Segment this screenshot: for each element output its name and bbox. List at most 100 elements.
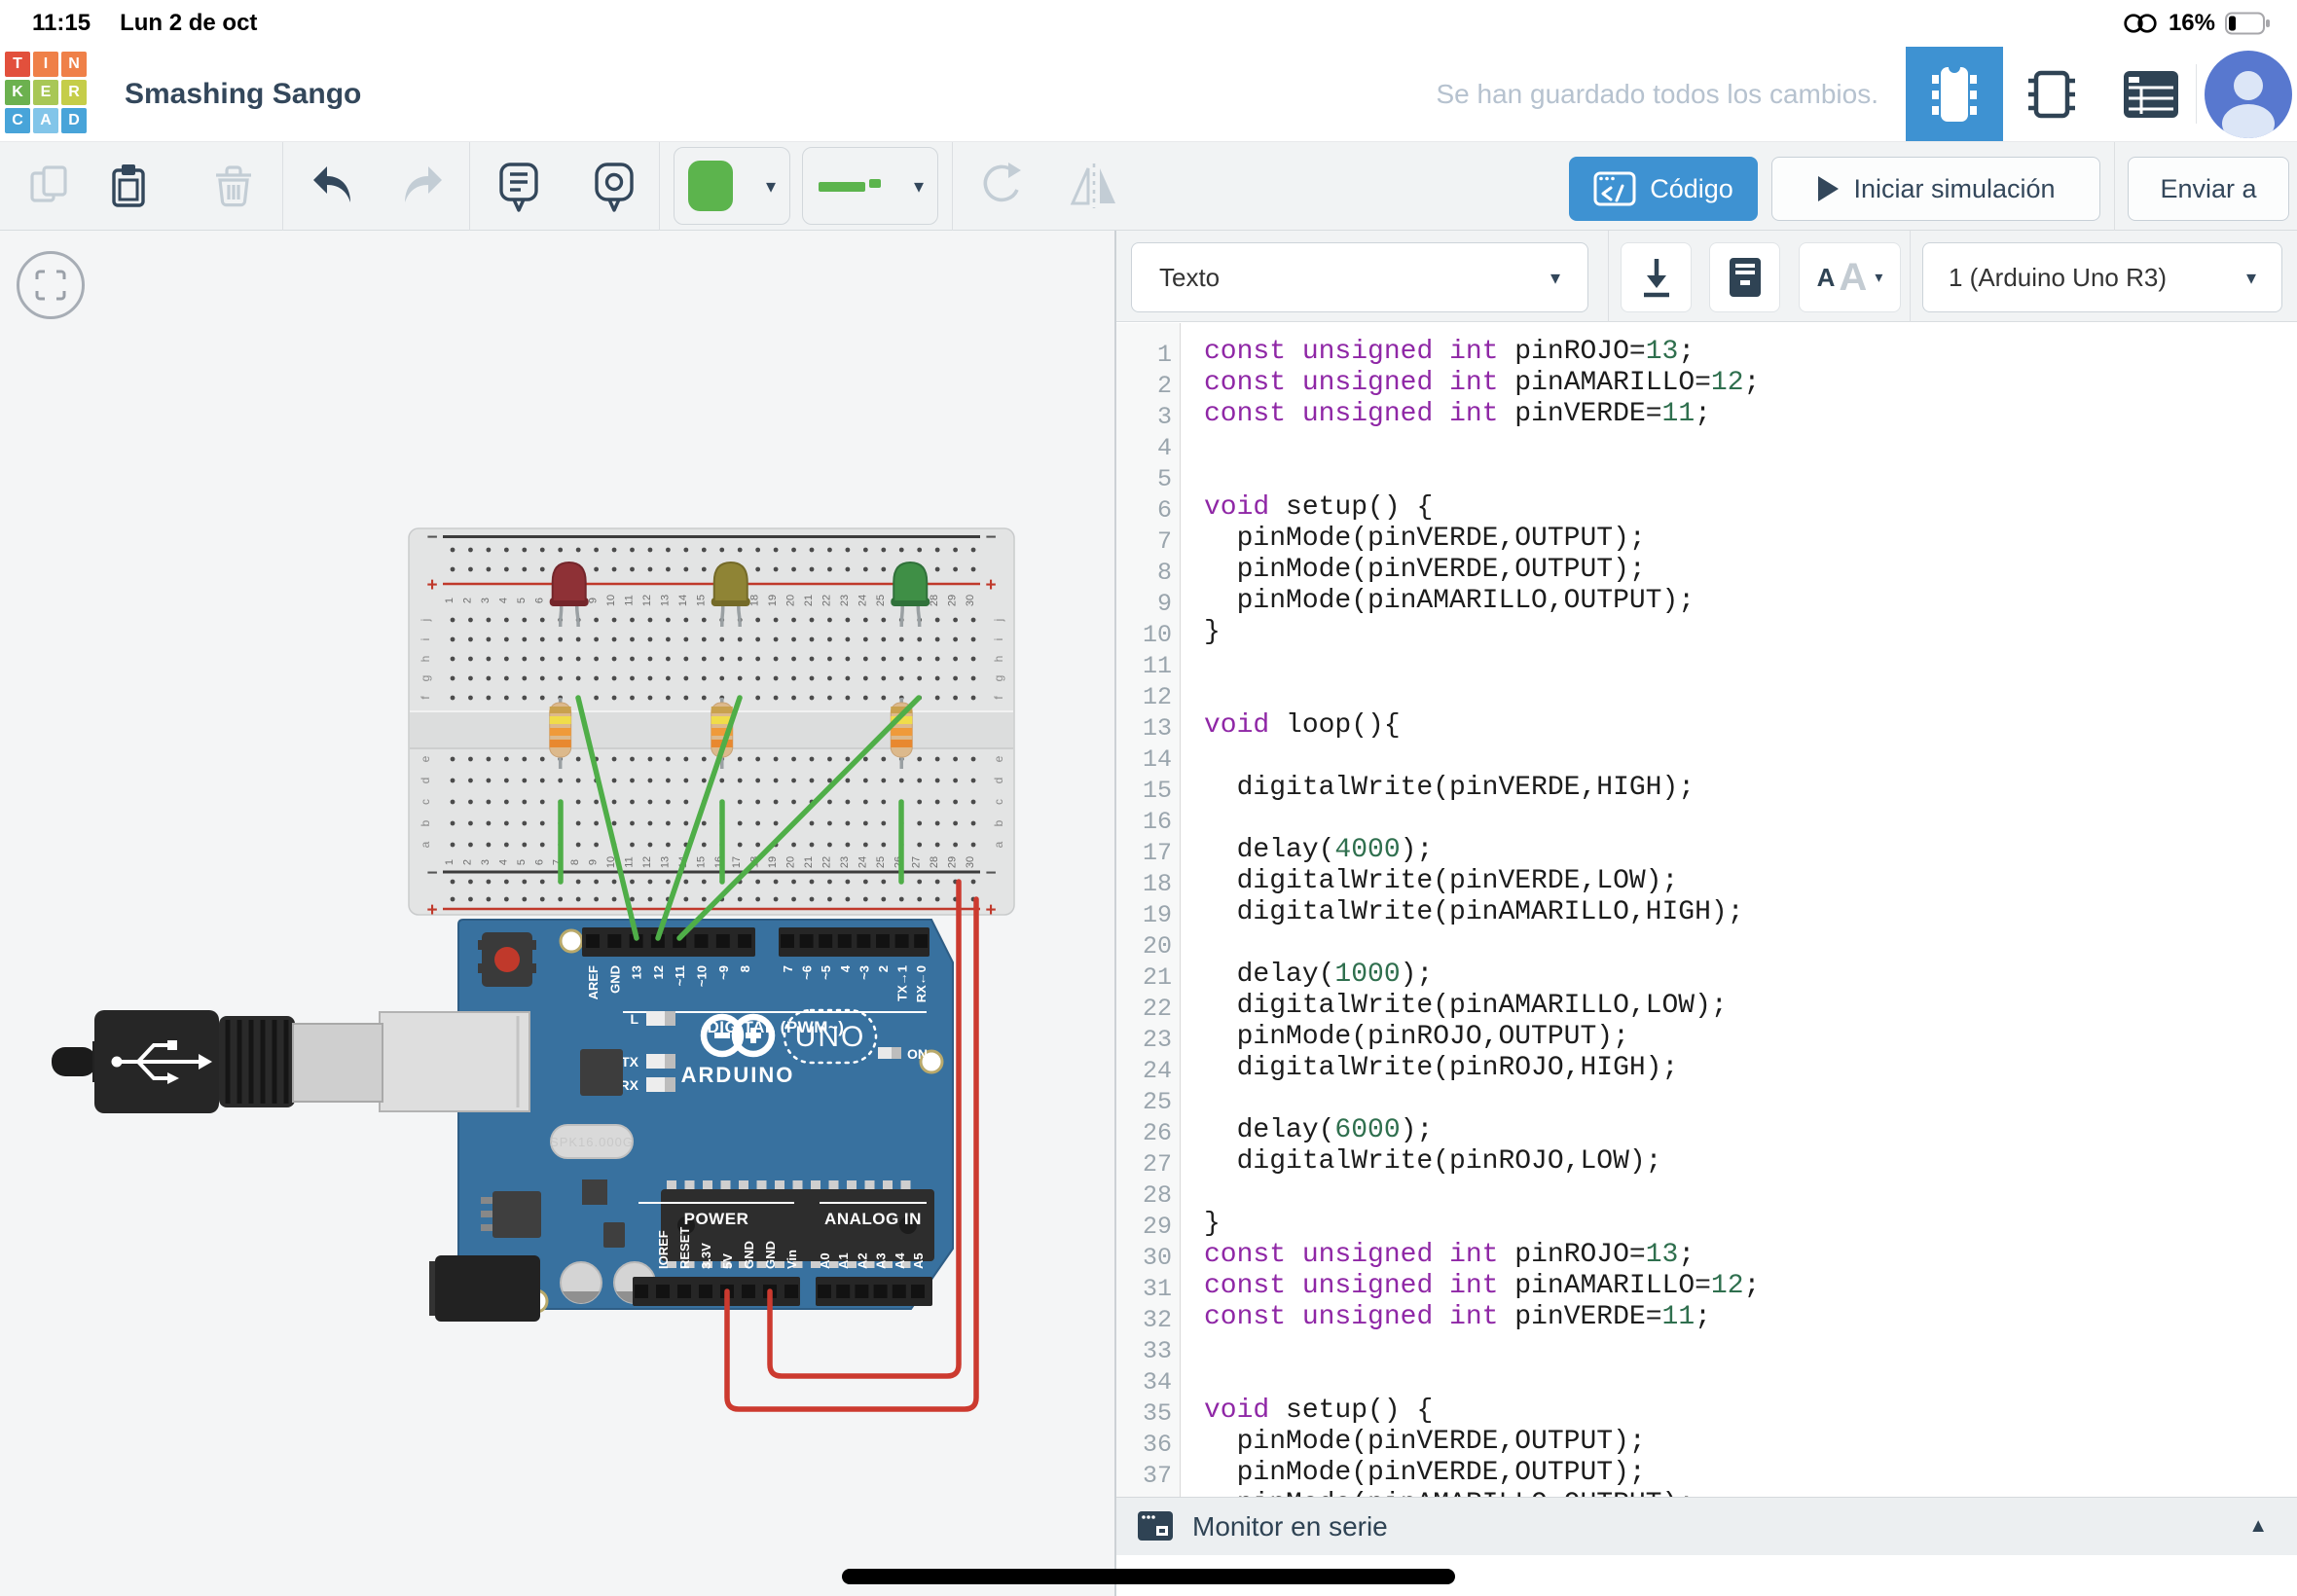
svg-text:2: 2 [461, 859, 473, 865]
rotate-icon[interactable] [971, 159, 1026, 213]
circuit-canvas[interactable]: 1122334455667788991010111112121313141415… [0, 231, 1114, 1596]
code-view-dropdown[interactable]: Texto ▾ [1131, 242, 1588, 312]
svg-text:A5: A5 [911, 1252, 926, 1269]
send-to-button[interactable]: Enviar a [2128, 157, 2289, 221]
paste-icon[interactable] [101, 159, 156, 213]
svg-text:8: 8 [569, 859, 581, 865]
code-editor[interactable]: 1const unsigned int pinROJO=13;2const un… [1116, 323, 2297, 1497]
svg-text:~10: ~10 [695, 965, 710, 987]
svg-text:Vin: Vin [784, 1250, 799, 1269]
archive-icon [1728, 256, 1763, 299]
color-dropdown[interactable]: ▾ [674, 147, 790, 225]
svg-text:RESET: RESET [677, 1227, 692, 1269]
svg-text:22: 22 [820, 856, 832, 868]
svg-text:a: a [419, 841, 432, 848]
code-button[interactable]: Código [1569, 157, 1758, 221]
svg-text:23: 23 [839, 595, 851, 606]
arduino-brand-label: ARDUINO [681, 1063, 795, 1087]
usb-cable[interactable] [52, 1010, 383, 1113]
svg-text:TX→1: TX→1 [895, 965, 910, 1001]
inspect-label-icon[interactable] [587, 159, 641, 213]
annotation-icon[interactable] [492, 159, 546, 213]
start-simulation-label: Iniciar simulación [1853, 174, 2055, 204]
svg-text:a: a [992, 841, 1005, 848]
svg-text:~5: ~5 [819, 965, 833, 980]
undo-icon[interactable] [306, 159, 360, 213]
usb-socket [380, 1012, 529, 1111]
start-simulation-button[interactable]: Iniciar simulación [1771, 157, 2100, 221]
play-icon [1816, 175, 1840, 202]
components-icon[interactable] [2024, 67, 2079, 122]
svg-text:24: 24 [857, 856, 868, 868]
svg-text:j: j [419, 619, 432, 623]
tinkercad-logo[interactable]: TINKERCAD [5, 52, 87, 133]
circuit-view-button[interactable] [1906, 47, 2003, 141]
svg-text:i: i [992, 638, 1005, 641]
svg-text:i: i [419, 638, 432, 641]
svg-text:17: 17 [731, 856, 743, 868]
flip-icon[interactable] [1067, 159, 1121, 213]
svg-text:18: 18 [749, 595, 761, 606]
home-indicator[interactable] [842, 1569, 1455, 1584]
selected-color-swatch [688, 161, 733, 211]
expand-monitor-icon[interactable]: ▲ [2248, 1515, 2268, 1538]
code-window-icon [1593, 169, 1636, 208]
design-title[interactable]: Smashing Sango [125, 47, 361, 141]
arduino-uno[interactable]: AREFGND1312~11~10~987~6~54~32TX→1RX←0 DI… [380, 920, 953, 1322]
link-icon [2122, 10, 2159, 37]
wire-style-dropdown[interactable]: ▾ [802, 147, 938, 225]
circuit-drawing: 1122334455667788991010111112121313141415… [0, 231, 1114, 1596]
svg-text:+: + [426, 575, 437, 596]
svg-text:~6: ~6 [800, 965, 815, 980]
redo-icon[interactable] [395, 159, 450, 213]
svg-text:c: c [992, 799, 1005, 805]
svg-text:20: 20 [785, 595, 797, 606]
battery-icon [2225, 12, 2272, 35]
logo-letter: D [61, 108, 87, 133]
svg-text:AREF: AREF [586, 965, 601, 999]
zoom-to-fit-button[interactable] [17, 251, 85, 319]
avatar[interactable] [2204, 50, 2293, 139]
font-size-button[interactable]: A A ▾ [1799, 242, 1901, 312]
copy-icon[interactable] [23, 159, 78, 213]
app-header: TINKERCAD Smashing Sango Se han guardado… [0, 47, 2297, 141]
svg-text:A1: A1 [836, 1252, 851, 1269]
font-small-glyph: A [1817, 263, 1836, 293]
svg-text:21: 21 [803, 856, 815, 868]
delete-icon[interactable] [206, 159, 261, 213]
library-button[interactable] [1709, 242, 1780, 312]
svg-text:IOREF: IOREF [656, 1230, 671, 1269]
svg-text:c: c [419, 799, 432, 805]
svg-text:12: 12 [641, 595, 653, 606]
logo-letter: E [33, 80, 58, 105]
reset-button[interactable] [478, 932, 536, 987]
svg-text:30: 30 [965, 595, 976, 606]
svg-text:3: 3 [480, 859, 492, 865]
svg-text:3: 3 [480, 598, 492, 603]
svg-text:21: 21 [803, 595, 815, 606]
fit-view-icon [35, 270, 66, 301]
svg-text:−: − [985, 527, 996, 548]
svg-text:RX←0: RX←0 [914, 965, 929, 1002]
led-green [893, 562, 927, 601]
svg-text:−: − [985, 863, 996, 884]
board-caret-icon: ▾ [2246, 266, 2256, 290]
svg-text:6: 6 [533, 859, 545, 865]
download-code-button[interactable] [1621, 242, 1692, 312]
svg-text:9: 9 [588, 859, 600, 865]
status-bar: 11:15 Lun 2 de oct 16% [0, 0, 2297, 47]
send-to-label: Enviar a [2160, 174, 2256, 204]
svg-text:23: 23 [839, 856, 851, 868]
svg-text:5: 5 [516, 598, 528, 603]
svg-text:2: 2 [876, 965, 891, 972]
svg-text:25: 25 [875, 595, 887, 606]
svg-text:5: 5 [516, 859, 528, 865]
serial-monitor-bar[interactable]: Monitor en serie ▲ [1116, 1497, 2297, 1555]
svg-text:1: 1 [444, 859, 456, 865]
list-view-icon[interactable] [2122, 69, 2180, 120]
logo-letter: A [33, 108, 58, 133]
board-selector-dropdown[interactable]: 1 (Arduino Uno R3) ▾ [1922, 242, 2282, 312]
header-separator [2196, 64, 2197, 124]
svg-text:8: 8 [738, 965, 752, 972]
svg-text:b: b [419, 819, 432, 826]
